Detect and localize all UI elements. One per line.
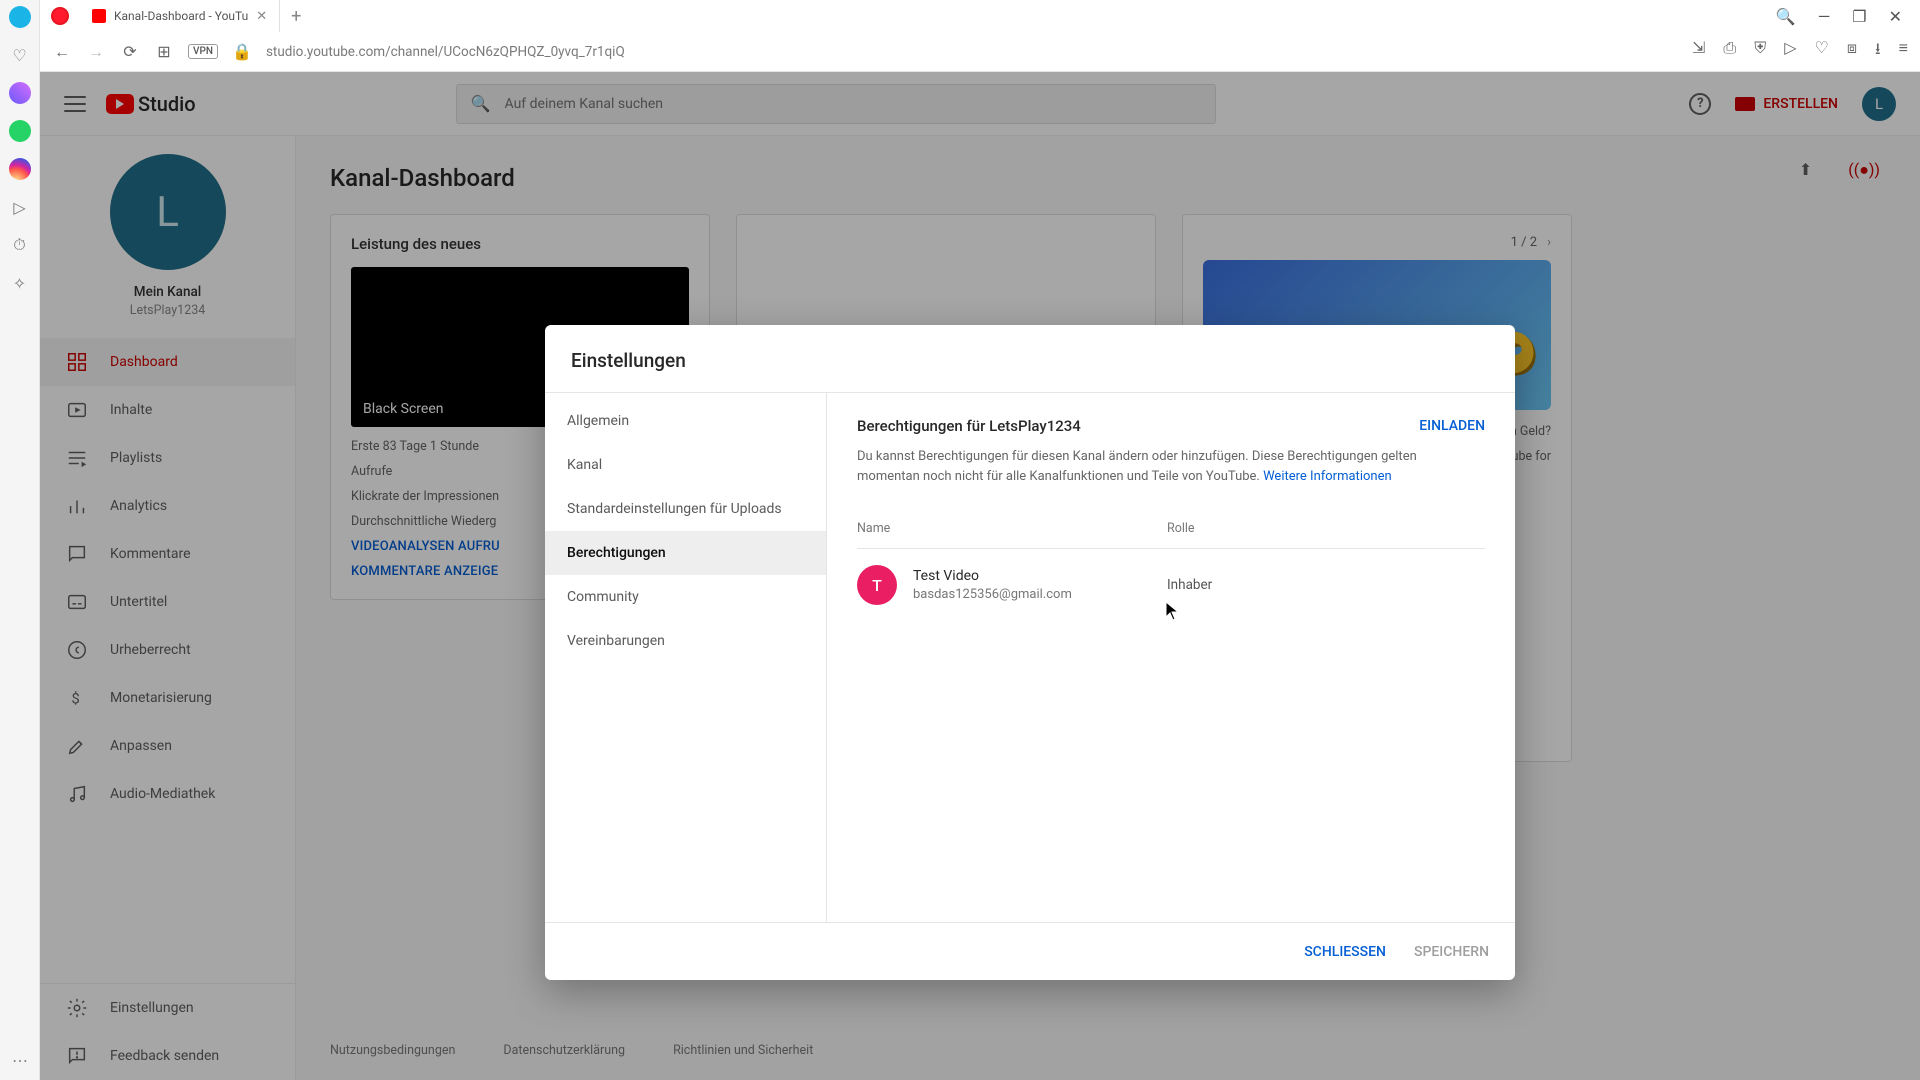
history-icon[interactable]: ⏱ [9,234,31,256]
bookmark-heart-icon[interactable]: ♡ [9,44,31,66]
url-text[interactable]: studio.youtube.com/channel/UCocN6zQPHQZ_… [266,44,625,60]
download-icon[interactable]: ⭳ [1875,38,1881,65]
user-role: Inhaber [1167,577,1212,593]
user-email: basdas125356@gmail.com [913,587,1167,602]
adblock-icon[interactable]: ⛨ [1754,38,1766,65]
minimize-icon[interactable]: — [1818,7,1831,26]
pinboard-icon[interactable]: ✧ [9,272,31,294]
close-window-icon[interactable]: ✕ [1889,7,1902,26]
user-name: Test Video [913,568,1167,584]
app-viewport: Studio 🔍 ? ERSTELLEN L L Mein Kanal Lets… [40,72,1920,1080]
more-info-link[interactable]: Weitere Informationen [1263,469,1392,484]
col-name: Name [857,521,1167,536]
modal-title: Einstellungen [545,325,1515,392]
easysetup-icon[interactable]: ≡ [1899,38,1908,65]
forward-icon[interactable]: → [86,42,106,62]
settings-modal: Einstellungen Allgemein Kanal Standardei… [545,325,1515,980]
modal-nav-general[interactable]: Allgemein [545,399,826,443]
modal-nav: Allgemein Kanal Standardeinstellungen fü… [545,393,827,922]
maximize-icon[interactable]: ❐ [1852,7,1866,26]
modal-content: Berechtigungen für LetsPlay1234 EINLADEN… [827,393,1515,922]
more-icon[interactable]: ⋯ [12,1051,30,1070]
modal-nav-permissions[interactable]: Berechtigungen [545,531,826,575]
vpn-badge[interactable]: VPN [188,44,218,59]
browser-titlebar: Kanal-Dashboard - YouTu ✕ + 🔍 — ❐ ✕ [40,0,1920,32]
player-icon[interactable]: ▷ [9,196,31,218]
modal-nav-community[interactable]: Community [545,575,826,619]
reload-icon[interactable]: ⟳ [120,42,140,61]
send-to-flow-icon[interactable]: ⇲ [1692,38,1705,65]
close-button[interactable]: SCHLIESSEN [1304,944,1386,960]
whatsapp-icon[interactable] [9,120,31,142]
opera-logo-icon[interactable] [40,0,80,32]
modal-nav-upload-defaults[interactable]: Standardeinstellungen für Uploads [545,487,826,531]
heart-icon[interactable]: ♡ [1815,38,1829,65]
tab-title: Kanal-Dashboard - YouTu [114,9,248,23]
address-bar: ← → ⟳ ⊞ VPN 🔒 studio.youtube.com/channel… [40,32,1920,72]
search-browser-icon[interactable]: 🔍 [1776,7,1796,26]
back-icon[interactable]: ← [52,42,72,62]
permissions-row: T Test Video basdas125356@gmail.com Inha… [857,549,1485,621]
modal-nav-channel[interactable]: Kanal [545,443,826,487]
modal-nav-agreements[interactable]: Vereinbarungen [545,619,826,663]
permissions-heading: Berechtigungen für LetsPlay1234 [857,417,1081,435]
messenger-icon[interactable] [9,82,31,104]
new-tab-button[interactable]: + [280,0,312,32]
browser-tab[interactable]: Kanal-Dashboard - YouTu ✕ [80,0,280,32]
instagram-icon[interactable] [9,158,31,180]
modal-footer: SCHLIESSEN SPEICHERN [545,922,1515,980]
permissions-table: Name Rolle T Test Video basdas125356@gma… [857,521,1485,621]
lock-icon[interactable]: 🔒 [232,42,252,61]
invite-button[interactable]: EINLADEN [1419,418,1485,434]
tab-close-icon[interactable]: ✕ [256,9,267,24]
cube-icon[interactable]: ⧈ [1847,38,1857,65]
save-button[interactable]: SPEICHERN [1414,944,1489,960]
speed-dial-icon[interactable]: ⊞ [154,42,174,61]
window-controls: 🔍 — ❐ ✕ [1776,0,1920,32]
tab-favicon-icon [92,9,106,23]
pip-icon[interactable]: ▷ [1784,38,1796,65]
col-role: Rolle [1167,521,1195,536]
snapshot-icon[interactable]: ⎙ [1723,38,1736,65]
opera-sidebar: ♡ ▷ ⏱ ✧ ⋯ [0,0,40,1080]
opera-flow-icon[interactable] [9,6,31,28]
permissions-description: Du kannst Berechtigungen für diesen Kana… [857,447,1427,487]
user-avatar: T [857,565,897,605]
